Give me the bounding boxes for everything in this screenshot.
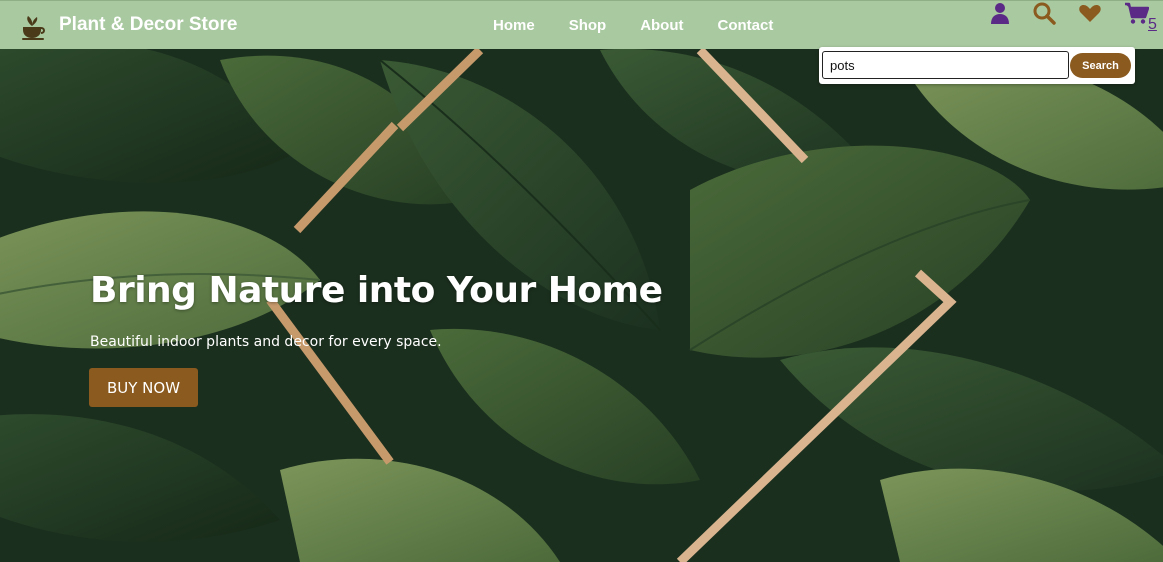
buy-now-button[interactable]: BUY NOW — [89, 368, 198, 407]
hero-subtitle: Beautiful indoor plants and decor for ev… — [90, 334, 442, 350]
cart-icon[interactable] — [1124, 1, 1149, 25]
nav-link-about[interactable]: About — [640, 17, 683, 34]
search-popup: Search — [819, 47, 1135, 84]
nav-links: Home Shop About Contact — [493, 17, 807, 34]
cart-count-badge[interactable]: 5 — [1148, 16, 1157, 34]
user-icon[interactable] — [988, 1, 1012, 25]
nav-link-home[interactable]: Home — [493, 17, 535, 34]
nav-link-shop[interactable]: Shop — [569, 17, 607, 34]
brand-name[interactable]: Plant & Decor Store — [59, 14, 237, 36]
search-input[interactable] — [822, 51, 1069, 79]
search-icon[interactable] — [1032, 1, 1056, 25]
navbar: Plant & Decor Store Home Shop About Cont… — [0, 0, 1163, 49]
nav-link-contact[interactable]: Contact — [718, 17, 774, 34]
plant-cup-icon[interactable] — [19, 13, 47, 41]
search-button[interactable]: Search — [1070, 53, 1131, 78]
hero-title: Bring Nature into Your Home — [90, 270, 663, 311]
heart-icon[interactable] — [1078, 1, 1102, 25]
